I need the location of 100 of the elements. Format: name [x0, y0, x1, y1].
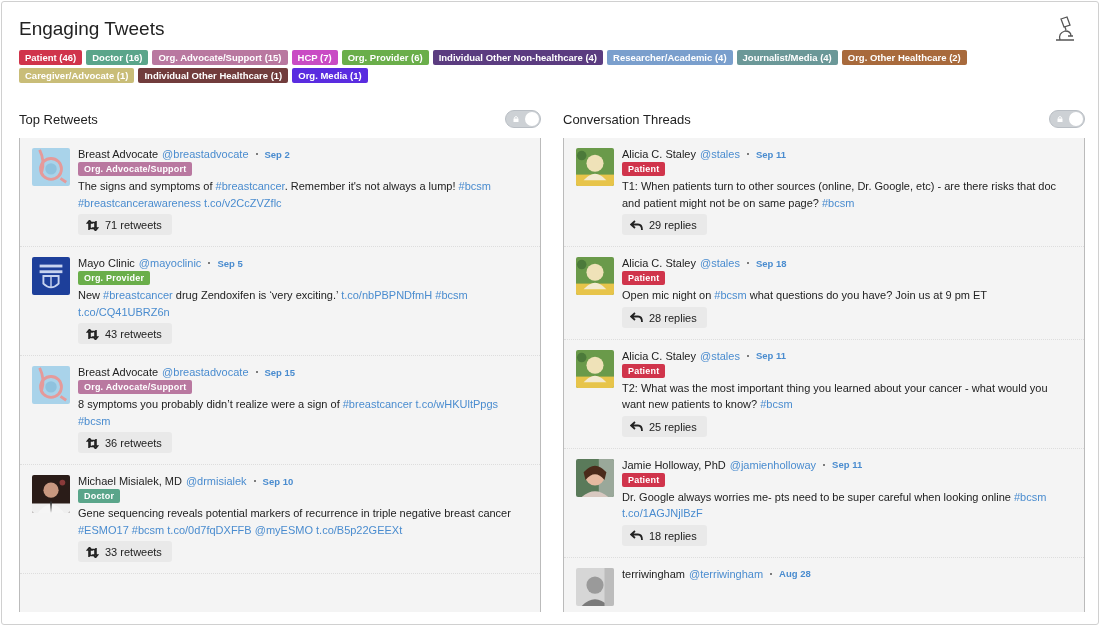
author-name: Mayo Clinic — [78, 257, 135, 269]
replies-button[interactable]: 18 replies — [622, 524, 707, 546]
tweet-link[interactable]: #breastcancerawareness — [78, 196, 201, 209]
tweet-text: Dr. Google always worries me- pts need to be super careful when looking online #bcsm t.co/1AGJNjlBzF — [622, 489, 1048, 521]
author-name: Michael Misialek, MD — [78, 475, 182, 487]
tweet-link[interactable]: #bcsm — [78, 414, 111, 427]
legend-tag[interactable]: Org. Media (1) — [292, 68, 368, 83]
tweet-text: The signs and symptoms of #breastcancer. Remember it's not always a lump! #bcsm #breastcancerawareness t.co/v2CcZVZflc — [78, 179, 492, 211]
legend-tag[interactable]: Individual Other Healthcare (1) — [138, 68, 289, 83]
separator-dot-icon — [253, 480, 256, 482]
tweet-link[interactable]: t.co/nbPBPNDfmH — [341, 289, 433, 301]
tweet-text: T2: What was the most important thing you learned about your cancer - what would you want new patients to know? #bcsm — [622, 380, 1049, 412]
author-name: Alicia C. Staley — [622, 148, 696, 160]
separator-dot-icon — [770, 572, 773, 575]
tweet-date[interactable]: Sep 18 — [755, 257, 787, 269]
retweet-icon — [86, 437, 99, 449]
tweet-text: Gene sequencing reveals potential markers of recurrence in triple negative breast cancer #ESMO17 #bcsm t.co/0d7fqDXFFB @myESMO t.co/B5p22GEEXt — [78, 506, 512, 538]
retweets-button[interactable]: 43 retweets — [78, 323, 172, 344]
tweet-date[interactable]: Aug 28 — [779, 568, 811, 579]
category-tag: Org. Advocate/Support — [78, 380, 193, 394]
tweet-date[interactable]: Sep 2 — [264, 148, 290, 160]
tweet-link[interactable]: #bcsm — [822, 196, 855, 209]
category-tag: Org. Advocate/Support — [78, 162, 193, 176]
tweet-text: New #breastcancer drug Zendoxifen is ‘very exciting.’ t.co/nbPBPNDfmH #bcsm t.co/CQ41UBRZ6n — [78, 288, 469, 320]
toggle-switch[interactable] — [1049, 110, 1085, 128]
separator-dot-icon — [746, 354, 749, 357]
replies-button[interactable]: 25 replies — [622, 415, 707, 437]
legend-tag[interactable]: Individual Other Non-healthcare (4) — [432, 50, 603, 65]
tweet-link[interactable]: t.co/CQ41UBRZ6n — [78, 305, 170, 318]
user-handle[interactable]: @stales — [700, 148, 740, 160]
user-handle[interactable]: @terriwingham — [688, 567, 764, 580]
legend-tag[interactable]: Journalist/Media (4) — [736, 50, 838, 65]
tweet-date[interactable]: Sep 11 — [832, 459, 863, 470]
tweet-link[interactable]: t.co/wHKUltPpgs — [415, 398, 499, 410]
tweet-text: T1: When patients turn to other sources (online, Dr. Google, etc) - are there risks that doc and patient might not be on same page? #bcsm — [622, 179, 1058, 211]
author-name: Jamie Holloway, PhD — [622, 458, 726, 471]
category-tag: Doctor — [78, 489, 121, 503]
user-handle[interactable]: @breastadvocate — [162, 366, 249, 378]
category-tag: Patient — [622, 472, 666, 487]
toggle-switch[interactable] — [505, 110, 541, 128]
legend-tag[interactable]: Org. Provider (6) — [341, 50, 429, 65]
tweet-link[interactable]: t.co/B5p22GEEXt — [316, 523, 403, 536]
tweet-link[interactable]: #bcsm — [760, 398, 793, 410]
tweet-link[interactable]: #bcsm — [1013, 490, 1047, 503]
user-handle[interactable]: @stales — [700, 349, 740, 362]
legend-tag[interactable]: Doctor (16) — [86, 50, 149, 65]
user-handle[interactable]: @jamienholloway — [729, 458, 817, 471]
legend-tag[interactable]: HCP (7) — [291, 50, 338, 65]
user-handle[interactable]: @mayoclinic — [138, 257, 202, 269]
legend-tag[interactable]: Researcher/Academic (4) — [607, 50, 733, 65]
tweet-date[interactable]: Sep 15 — [264, 366, 296, 378]
user-handle[interactable]: @stales — [700, 257, 740, 269]
section-title: Top Retweets — [19, 111, 98, 127]
tweet-link[interactable]: t.co/0d7fqDXFFB — [167, 523, 252, 536]
reply-icon — [630, 530, 643, 541]
separator-dot-icon — [255, 153, 258, 155]
tweet-link[interactable]: t.co/1AGJNjlBzF — [622, 507, 703, 519]
tweet-link[interactable]: #breastcancer — [215, 180, 285, 192]
page-title: Engaging Tweets — [19, 18, 166, 40]
author-name: terriwingham — [622, 567, 685, 580]
retweets-button[interactable]: 33 retweets — [78, 541, 172, 562]
legend-tag[interactable]: Caregiver/Advocate (1) — [19, 68, 135, 83]
reply-icon — [630, 312, 643, 323]
separator-dot-icon — [746, 262, 749, 264]
tweet-link[interactable]: #bcsm — [458, 180, 491, 192]
tweet-text: Open mic night on #bcsm what questions do you have? Join us at 9 pm ET — [622, 288, 988, 303]
author-name: Alicia C. Staley — [622, 349, 696, 362]
author-name: Breast Advocate — [78, 148, 159, 160]
separator-dot-icon — [208, 262, 211, 264]
tweet-text: 8 symptoms you probably didn’t realize were a sign of #breastcancer t.co/wHKUltPpgs #bcsm — [78, 397, 500, 429]
author-name: Breast Advocate — [78, 366, 159, 378]
reply-icon — [630, 421, 643, 432]
tweet-date[interactable]: Sep 11 — [755, 350, 786, 361]
separator-dot-icon — [746, 153, 749, 155]
tweet-link[interactable]: t.co/v2CcZVZflc — [203, 196, 282, 209]
retweet-icon — [86, 328, 99, 340]
tweet-date[interactable]: Sep 5 — [217, 257, 243, 269]
replies-button[interactable]: 28 replies — [622, 306, 707, 328]
author-name: Alicia C. Staley — [622, 257, 696, 269]
user-handle[interactable]: @breastadvocate — [162, 148, 249, 160]
tweet-link[interactable]: #breastcancer — [342, 398, 413, 410]
legend-tag[interactable]: Org. Other Healthcare (2) — [841, 50, 967, 65]
separator-dot-icon — [255, 371, 258, 373]
tweet-link[interactable]: #bcsm — [131, 523, 165, 536]
tweet-date[interactable]: Sep 10 — [262, 475, 294, 487]
retweets-button[interactable]: 36 retweets — [78, 432, 172, 453]
reply-icon — [630, 219, 643, 231]
tweet-link[interactable]: #breastcancer — [103, 289, 173, 301]
retweet-icon — [86, 546, 99, 558]
legend-tag[interactable]: Patient (46) — [19, 50, 83, 65]
user-handle[interactable]: @drmisialek — [185, 475, 247, 487]
tweet-link[interactable]: #bcsm — [714, 289, 747, 301]
replies-button[interactable]: 29 replies — [622, 214, 707, 235]
category-tag: Patient — [622, 162, 666, 176]
legend-tag[interactable]: Org. Advocate/Support (15) — [152, 50, 288, 65]
retweets-button[interactable]: 71 retweets — [78, 214, 172, 235]
tweet-link[interactable]: #bcsm — [435, 289, 468, 301]
tweet-link[interactable]: @myESMO — [254, 523, 313, 536]
tweet-date[interactable]: Sep 11 — [755, 148, 786, 160]
tweet-link[interactable]: #ESMO17 — [78, 523, 129, 536]
